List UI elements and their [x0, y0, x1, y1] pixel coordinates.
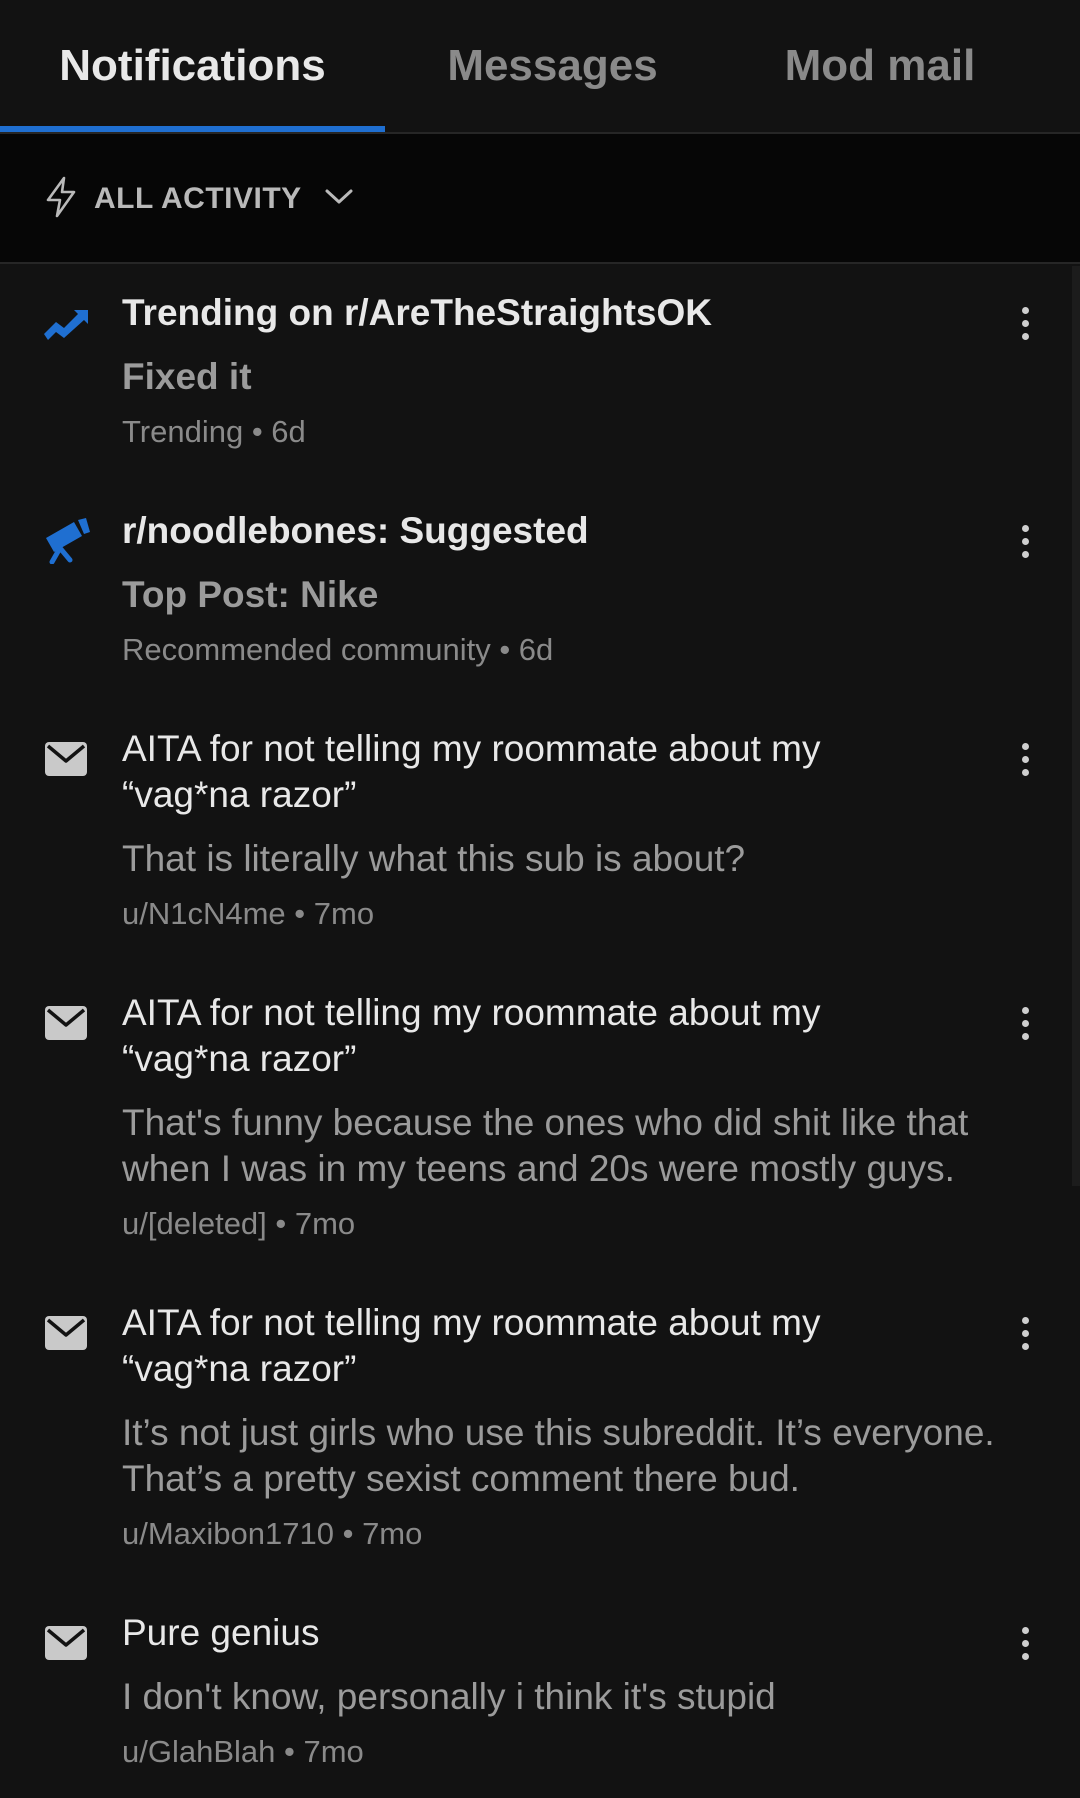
tab-mod-mail[interactable]: Mod mail	[720, 0, 1040, 132]
filter-bar: ALL ACTIVITY	[0, 134, 1080, 264]
trending-icon	[42, 298, 90, 346]
telescope-icon	[42, 516, 90, 565]
notification-meta: u/Maxibon1710 • 7mo	[122, 1516, 423, 1551]
notification-title: Trending on r/AreTheStraightsOK	[122, 292, 712, 333]
activity-filter-dropdown[interactable]: ALL ACTIVITY	[44, 174, 354, 224]
notification-text: That's funny because the ones who did sh…	[122, 1102, 969, 1189]
mail-icon	[42, 734, 90, 782]
tab-messages[interactable]: Messages	[385, 0, 720, 132]
notification-text: It’s not just girls who use this subredd…	[122, 1412, 995, 1499]
filter-label: ALL ACTIVITY	[94, 182, 302, 215]
notification-meta: Recommended community • 6d	[122, 632, 554, 667]
mail-icon	[42, 998, 90, 1046]
notification-meta: u/N1cN4me • 7mo	[122, 896, 375, 931]
notification-text: Top Post: Nike	[122, 574, 379, 615]
more-options-button[interactable]	[1000, 1618, 1050, 1668]
tab-bar: Notifications Messages Mod mail	[0, 0, 1080, 134]
more-options-button[interactable]	[1000, 734, 1050, 784]
more-options-button[interactable]	[1000, 298, 1050, 348]
active-tab-indicator	[0, 126, 385, 132]
chevron-down-icon	[324, 187, 354, 212]
tab-notifications[interactable]: Notifications	[0, 0, 385, 132]
notification-title: AITA for not telling my roommate about m…	[122, 1302, 821, 1389]
notification-meta: u/[deleted] • 7mo	[122, 1206, 356, 1241]
mail-icon	[42, 1618, 90, 1666]
notification-text: That is literally what this sub is about…	[122, 838, 746, 879]
notification-title: AITA for not telling my roommate about m…	[122, 728, 821, 815]
notification-meta: u/GlahBlah • 7mo	[122, 1734, 364, 1769]
scrollbar[interactable]	[1072, 266, 1080, 1186]
notification-title: AITA for not telling my roommate about m…	[122, 992, 821, 1079]
notification-meta: Trending • 6d	[122, 414, 306, 449]
notification-text: Fixed it	[122, 356, 252, 397]
more-options-button[interactable]	[1000, 1308, 1050, 1358]
notification-title: Pure genius	[122, 1612, 320, 1653]
notification-text: I don't know, personally i think it's st…	[122, 1676, 776, 1717]
mail-icon	[42, 1308, 90, 1356]
more-options-button[interactable]	[1000, 998, 1050, 1048]
bolt-icon	[44, 176, 78, 223]
notification-title: r/noodlebones: Suggested	[122, 510, 589, 551]
more-options-button[interactable]	[1000, 516, 1050, 566]
